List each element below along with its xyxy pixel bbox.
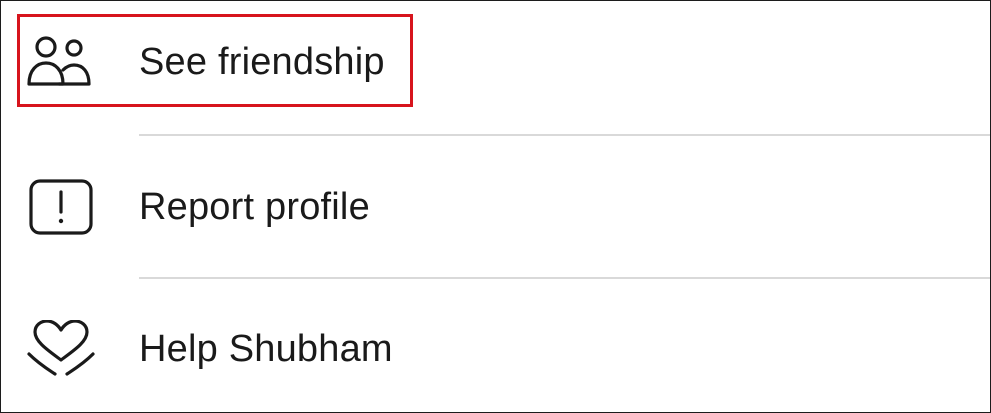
divider xyxy=(139,134,990,136)
profile-options-menu: See friendship Report profile Help Shubh… xyxy=(0,0,991,413)
heart-hands-icon xyxy=(25,320,97,382)
menu-item-report-profile[interactable]: Report profile xyxy=(1,138,990,278)
help-shubham-label: Help Shubham xyxy=(139,328,393,370)
friends-icon xyxy=(25,32,97,94)
menu-item-see-friendship[interactable]: See friendship xyxy=(1,1,990,133)
divider xyxy=(139,277,990,279)
see-friendship-label: See friendship xyxy=(139,41,385,83)
report-profile-label: Report profile xyxy=(139,186,370,228)
menu-item-help-shubham[interactable]: Help Shubham xyxy=(1,280,990,412)
report-exclamation-icon xyxy=(25,177,97,239)
